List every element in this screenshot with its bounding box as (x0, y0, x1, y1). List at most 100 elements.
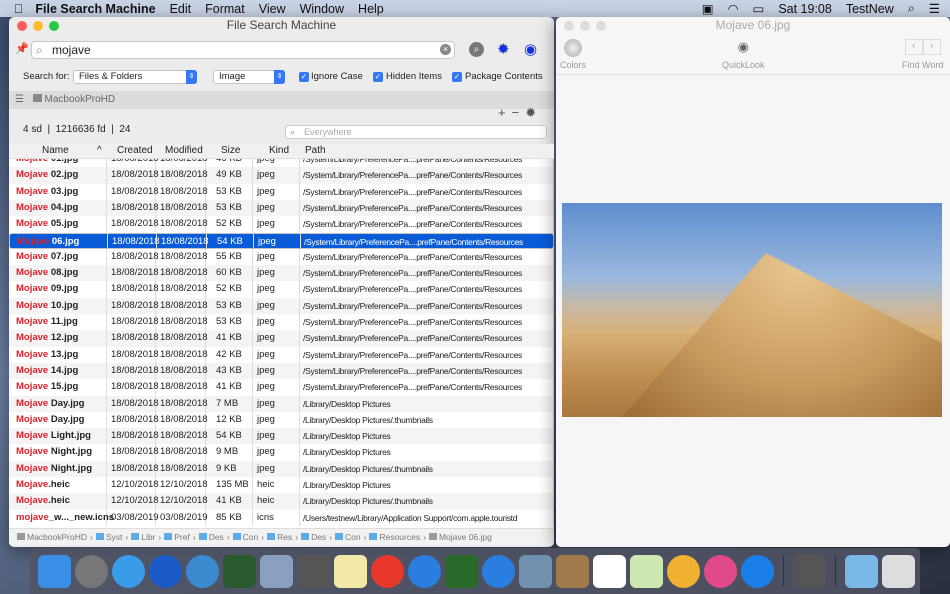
table-row[interactable]: Mojave 05.jpg 18/08/2018 18/08/2018 52 KB jp… (9, 216, 554, 233)
column-kind[interactable]: Kind (269, 145, 289, 156)
table-row[interactable]: Mojave 13.jpg 18/08/2018 18/08/2018 42 KB jp… (9, 346, 554, 363)
user-menu[interactable]: TestNew (846, 2, 894, 16)
trash-x-icon[interactable] (297, 554, 330, 588)
safari-icon[interactable] (482, 554, 515, 588)
menu-edit[interactable]: Edit (170, 2, 192, 16)
table-row[interactable]: Mojave Night.jpg 18/08/2018 18/08/2018 9 KB… (9, 460, 554, 477)
photos-icon[interactable] (667, 554, 700, 588)
contacts-icon[interactable] (556, 554, 589, 588)
table-row[interactable]: Mojave 14.jpg 18/08/2018 18/08/2018 43 KB jp… (9, 362, 554, 380)
zoom-button[interactable] (49, 21, 59, 31)
type-select[interactable]: Image ⇕ (213, 70, 285, 84)
ignore-case-checkbox[interactable]: ✓ (299, 72, 309, 82)
table-row[interactable]: Mojave 03.jpg 18/08/2018 18/08/2018 53 KB jp… (9, 183, 554, 200)
sync-green-icon[interactable] (223, 554, 256, 588)
table-row[interactable]: Mojave 12.jpg 18/08/2018 18/08/2018 41 KB jp… (9, 330, 554, 347)
table-row[interactable]: Mojave 10.jpg 18/08/2018 18/08/2018 53 KB jp… (9, 297, 554, 314)
sync-blue-icon[interactable] (149, 554, 182, 588)
table-row[interactable]: Mojave 15.jpg 18/08/2018 18/08/2018 41 KB jp… (9, 379, 554, 396)
text-edit-icon[interactable] (334, 554, 367, 588)
colors-button[interactable]: Colors (560, 39, 586, 70)
close-button[interactable] (17, 21, 27, 31)
wifi-icon[interactable]: ◠ (728, 1, 739, 16)
next-icon[interactable]: › (922, 39, 941, 55)
downloads-icon[interactable] (845, 554, 878, 588)
status-app-icon[interactable]: ▣ (702, 1, 714, 16)
minimize-button[interactable] (580, 21, 590, 31)
path-segment[interactable]: Libr (141, 532, 155, 542)
finder-icon[interactable] (38, 554, 71, 588)
column-path[interactable]: Path (305, 145, 326, 156)
path-segment[interactable]: Con (345, 532, 361, 542)
close-button[interactable] (564, 21, 574, 31)
spotlight-icon[interactable]: ⌕ (908, 1, 915, 16)
results-table[interactable]: Mojave 01.jpg18/08/201818/08/201846 KBjp… (9, 159, 554, 528)
add-button[interactable]: + (498, 106, 506, 119)
app-store-icon[interactable] (741, 554, 774, 588)
table-row[interactable]: Mojave 07.jpg 18/08/2018 18/08/2018 55 KB jp… (9, 248, 554, 266)
quicklook-button[interactable]: ◉ QuickLook (722, 39, 765, 70)
battery-icon[interactable]: ▭ (753, 1, 765, 16)
maps-icon[interactable] (630, 554, 663, 588)
table-row[interactable]: Mojave 09.jpg 18/08/2018 18/08/2018 52 KB jp… (9, 281, 554, 298)
menu-window[interactable]: Window (300, 2, 344, 16)
food-icon[interactable] (371, 554, 404, 588)
apple-menu-icon[interactable]:  (14, 2, 23, 16)
mail-icon[interactable] (519, 554, 552, 588)
list-icon[interactable]: ☰ (15, 94, 24, 105)
table-row[interactable]: Mojave 06.jpg 18/08/2018 18/08/2018 54 KB jp… (9, 232, 554, 249)
hidden-items-checkbox[interactable]: ✓ (373, 72, 383, 82)
disk-name[interactable]: MacbookProHD (45, 94, 116, 105)
table-row[interactable]: Mojave Light.jpg 18/08/2018 18/08/2018 54 K… (9, 428, 554, 445)
path-segment[interactable]: Pref (174, 532, 190, 542)
path-segment[interactable]: MacbookProHD (27, 532, 87, 542)
scope-select[interactable]: Files & Folders ⇕ (73, 70, 197, 84)
path-segment[interactable]: Des (311, 532, 326, 542)
table-row[interactable]: Mojave.heic 12/10/2018 12/10/2018 135 MB hei… (9, 477, 554, 494)
clear-search-icon[interactable]: × (440, 44, 451, 55)
table-row[interactable]: Mojave Day.jpg 18/08/2018 18/08/2018 12 KB j… (9, 411, 554, 429)
path-segment[interactable]: Des (209, 532, 224, 542)
launchpad-icon[interactable] (75, 554, 108, 588)
pin-icon[interactable]: 📌 (15, 42, 29, 55)
file-search-icon[interactable] (112, 554, 145, 588)
calendar-icon[interactable] (593, 554, 626, 588)
minimize-button[interactable] (33, 21, 43, 31)
clock[interactable]: Sat 19:08 (778, 2, 832, 16)
notification-center-icon[interactable]: ☰ (929, 1, 940, 16)
path-segment[interactable]: Syst (106, 532, 123, 542)
path-segment[interactable]: Con (243, 532, 259, 542)
menu-help[interactable]: Help (358, 2, 384, 16)
table-row[interactable]: Mojave 11.jpg 18/08/2018 18/08/2018 53 KB jp… (9, 314, 554, 331)
vpn-icon[interactable] (445, 554, 478, 588)
zoom-button[interactable] (596, 21, 606, 31)
menu-app[interactable]: File Search Machine (35, 2, 155, 16)
remove-button[interactable]: − (512, 106, 520, 119)
menu-format[interactable]: Format (205, 2, 245, 16)
search-input[interactable]: ⌕ mojave × (31, 41, 455, 59)
table-row[interactable]: Mojave 01.jpg18/08/201818/08/201846 KBjp… (9, 159, 554, 168)
package-contents-checkbox[interactable]: ✓ (452, 72, 462, 82)
table-row[interactable]: Mojave 04.jpg 18/08/2018 18/08/2018 53 KB jp… (9, 199, 554, 217)
gear-icon[interactable]: ✹ (525, 106, 536, 119)
search-button[interactable]: ⌕ (469, 42, 484, 57)
table-row[interactable]: Mojave 02.jpg 18/08/2018 18/08/2018 49 KB jp… (9, 167, 554, 184)
column-created[interactable]: Created (117, 145, 153, 156)
table-row[interactable]: Mojave Day.jpg 18/08/2018 18/08/2018 7 MB jp… (9, 395, 554, 412)
column-name[interactable]: Name (42, 145, 69, 156)
settings-gear-icon[interactable]: ✹ (497, 40, 510, 58)
table-row[interactable]: Mojave.heic 12/10/2018 12/10/2018 41 KB heic… (9, 493, 554, 510)
path-segment[interactable]: Res (277, 532, 292, 542)
sync-light-icon[interactable] (186, 554, 219, 588)
music-icon[interactable] (704, 554, 737, 588)
system-preferences-icon[interactable] (793, 554, 826, 588)
filter-input[interactable]: ⌕ Everywhere (285, 125, 547, 139)
gear-tool-icon[interactable] (408, 554, 441, 588)
path-segment[interactable]: Mojave 06.jpg (439, 532, 492, 542)
trash-icon[interactable] (882, 554, 915, 588)
path-segment[interactable]: Resources (379, 532, 420, 542)
column-modified[interactable]: Modified (165, 145, 203, 156)
column-size[interactable]: Size (221, 145, 240, 156)
menu-view[interactable]: View (259, 2, 286, 16)
table-row[interactable]: mojave_w..._new.icns 03/08/2019 03/08/2019… (9, 509, 554, 526)
